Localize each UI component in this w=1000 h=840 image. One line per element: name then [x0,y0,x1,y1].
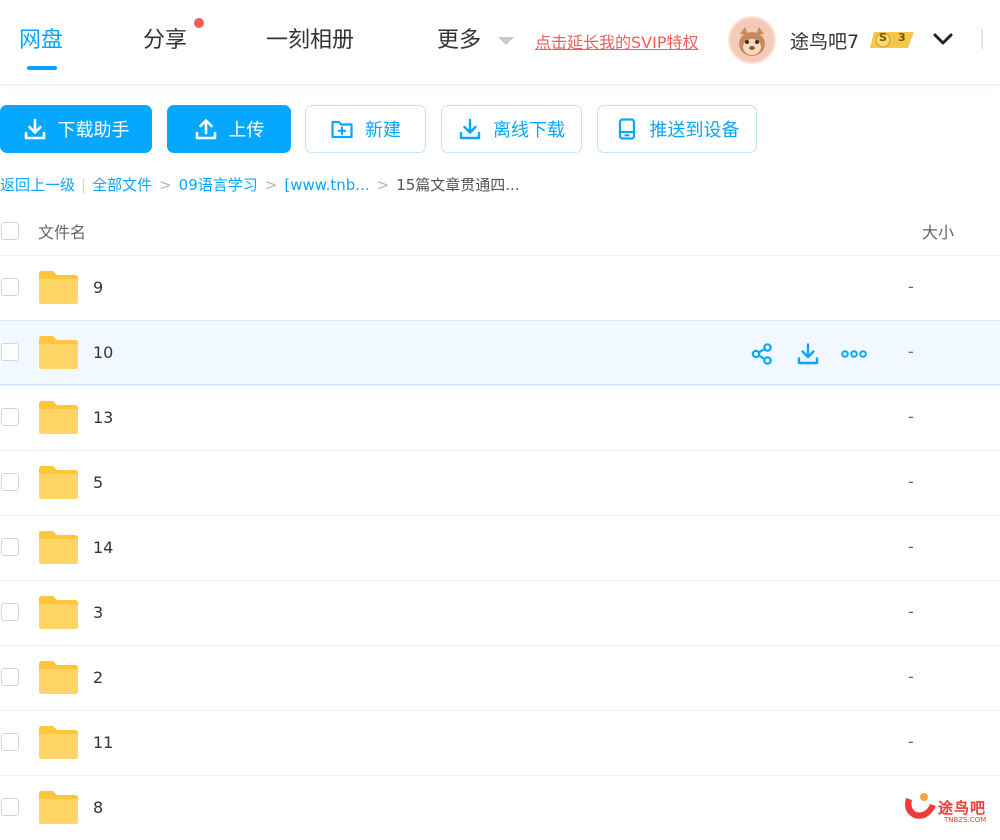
breadcrumb-item-site[interactable]: [www.tnb... [284,176,369,194]
row-checkbox[interactable] [1,603,19,621]
file-name[interactable]: 14 [93,538,113,557]
tab-album[interactable]: 一刻相册 [266,22,354,54]
folder-icon [39,336,78,369]
tab-more[interactable]: 更多 [437,22,481,54]
table-row[interactable]: 8 [0,775,1000,840]
row-checkbox[interactable] [1,278,19,296]
svip-badge-icon [870,32,914,48]
breadcrumb-item-language[interactable]: 09语言学习 [179,174,258,195]
column-header-size[interactable]: 大小 [922,219,954,243]
table-row[interactable]: 10 - [0,320,1000,385]
avatar-image [730,18,774,62]
download-assistant-button[interactable]: 下载助手 [0,105,152,153]
new-folder-icon [331,120,353,139]
table-row[interactable]: 11 - [0,710,1000,775]
file-size: - [908,342,914,361]
select-all-checkbox[interactable] [1,222,19,240]
breadcrumb-item-all-files[interactable]: 全部文件 [92,174,152,195]
row-checkbox[interactable] [1,798,19,816]
svip-badge-letter: S [879,31,887,44]
row-checkbox[interactable] [1,343,19,361]
file-size: - [908,602,914,621]
svip-promo-link[interactable]: 点击延长我的SVIP特权 [535,29,698,53]
push-to-device-button[interactable]: 推送到设备 [597,105,757,153]
download-assistant-label: 下载助手 [57,120,130,141]
file-name[interactable]: 3 [93,603,103,622]
folder-icon [39,596,78,629]
table-row[interactable]: 9 - [0,255,1000,320]
breadcrumb-back[interactable]: 返回上一级 [0,174,75,195]
folder-icon [39,531,78,564]
folder-icon [39,726,78,759]
file-name[interactable]: 8 [93,798,103,817]
new-folder-label: 新建 [365,120,401,141]
push-to-device-label: 推送到设备 [649,120,740,141]
file-name[interactable]: 13 [93,408,113,427]
file-name[interactable]: 2 [93,668,103,687]
column-header-name[interactable]: 文件名 [38,219,86,243]
active-tab-indicator [27,66,57,70]
top-nav: 网盘 分享 一刻相册 更多 点击延长我的SVIP特权 途鸟吧7 S 3 [0,0,1000,85]
caret-down-icon[interactable] [498,37,514,45]
row-actions [750,342,867,366]
share-icon[interactable] [750,342,774,366]
table-row[interactable]: 13 - [0,385,1000,450]
file-name[interactable]: 9 [93,278,103,297]
breadcrumb: 返回上一级 | 全部文件 > 09语言学习 > [www.tnb... > 15… [0,174,520,195]
breadcrumb-divider: | [81,175,87,194]
file-size: - [908,277,914,296]
watermark-subtext: TNBZS.COM [944,816,987,824]
chevron-down-icon[interactable] [932,30,954,48]
download-icon[interactable] [796,342,820,366]
notification-dot [194,18,204,28]
row-checkbox[interactable] [1,408,19,426]
breadcrumb-current: 15篇文章贯通四... [396,176,520,194]
breadcrumb-arrow: > [376,175,390,194]
file-size: - [908,472,914,491]
nav-divider [981,29,983,49]
new-folder-button[interactable]: 新建 [305,105,426,153]
tab-netdisk[interactable]: 网盘 [19,22,63,54]
folder-icon [39,466,78,499]
svip-badge-level: 3 [898,31,906,44]
file-name[interactable]: 5 [93,473,103,492]
file-name[interactable]: 10 [93,343,113,362]
offline-download-button[interactable]: 离线下载 [441,105,582,153]
offline-download-label: 离线下载 [493,120,565,141]
avatar[interactable] [728,16,776,64]
file-list: 9 - 10 - 13 - 5 - 14 - 3 - 2 - 11 - 8 [0,255,1000,840]
row-checkbox[interactable] [1,473,19,491]
download-icon [24,118,45,140]
folder-icon [39,401,78,434]
table-row[interactable]: 5 - [0,450,1000,515]
folder-icon [39,271,78,304]
tab-share[interactable]: 分享 [143,22,187,54]
file-size: - [908,407,914,426]
table-row[interactable]: 2 - [0,645,1000,710]
breadcrumb-arrow: > [159,175,172,194]
row-checkbox[interactable] [1,538,19,556]
table-row[interactable]: 14 - [0,515,1000,580]
file-size: - [908,732,914,751]
row-checkbox[interactable] [1,668,19,686]
device-icon [618,118,635,140]
file-name[interactable]: 11 [93,733,113,752]
folder-icon [39,791,78,824]
download-icon [459,118,481,140]
upload-button[interactable]: 上传 [167,105,291,153]
breadcrumb-arrow: > [264,175,278,194]
file-size: - [908,537,914,556]
upload-icon [195,119,216,140]
more-icon[interactable] [841,342,867,366]
watermark-text: 途鸟吧 [938,799,987,817]
upload-label: 上传 [228,120,265,141]
row-checkbox[interactable] [1,733,19,751]
folder-icon [39,661,78,694]
username[interactable]: 途鸟吧7 [790,27,859,54]
table-row[interactable]: 3 - [0,580,1000,645]
file-size: - [908,667,914,686]
